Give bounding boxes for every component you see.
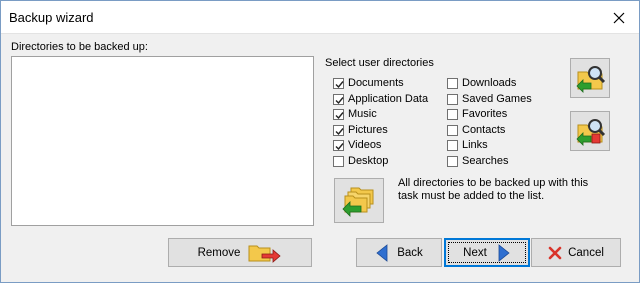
checkbox-label: Contacts [462, 124, 506, 136]
checkbox-saved-games[interactable]: Saved Games [447, 92, 532, 106]
info-message: All directories to be backed up with thi… [398, 177, 589, 202]
checkbox-box[interactable] [447, 155, 458, 167]
checkbox-searches[interactable]: Searches [447, 154, 508, 168]
checkbox-label: Application Data [348, 93, 429, 105]
checkbox-box[interactable] [447, 93, 458, 105]
checkbox-videos[interactable]: Videos [333, 138, 381, 152]
checkbox-favorites[interactable]: Favorites [447, 107, 507, 121]
checkbox-music[interactable]: Music [333, 107, 377, 121]
checkbox-box[interactable] [447, 108, 458, 120]
checkbox-documents[interactable]: Documents [333, 76, 404, 90]
checkmark-icon [335, 96, 344, 104]
checkbox-label: Favorites [462, 108, 508, 120]
checkbox-label: Searches [462, 155, 509, 167]
red-x-icon [548, 246, 562, 259]
checkbox-box[interactable] [333, 108, 344, 120]
checkbox-label: Documents [348, 77, 404, 89]
checkmark-icon [335, 142, 344, 150]
add-selected-directories-button[interactable] [334, 178, 384, 223]
arrow-left-icon [376, 243, 388, 262]
checkbox-box[interactable] [333, 93, 344, 105]
checkmark-icon [335, 111, 344, 119]
checkbox-label: Videos [348, 139, 382, 151]
backup-wizard-window: Backup wizard Directories to be backed u… [0, 0, 640, 283]
folder-search-network-icon [576, 119, 606, 146]
next-button[interactable]: Next [444, 238, 530, 267]
checkmark-icon [335, 127, 344, 135]
back-button-label: Back [397, 246, 423, 259]
back-button[interactable]: Back [356, 238, 442, 267]
window-title: Backup wizard [9, 10, 94, 25]
checkbox-desktop[interactable]: Desktop [333, 154, 388, 168]
checkbox-label: Pictures [348, 124, 388, 136]
checkbox-label: Music [348, 108, 377, 120]
checkbox-box[interactable] [447, 124, 458, 136]
user-directories-header: Select user directories [325, 57, 434, 69]
checkbox-label: Links [462, 139, 488, 151]
remove-button-label: Remove [197, 246, 241, 259]
focus-rectangle [448, 242, 526, 263]
browse-folder-button[interactable] [570, 58, 610, 98]
cancel-button-label: Cancel [568, 246, 604, 259]
checkbox-box[interactable] [333, 124, 344, 136]
browse-network-folder-button[interactable] [570, 111, 610, 151]
checkbox-contacts[interactable]: Contacts [447, 123, 505, 137]
checkbox-label: Downloads [462, 77, 517, 89]
close-icon [613, 12, 625, 24]
folder-search-icon [576, 66, 606, 93]
close-button[interactable] [609, 8, 629, 28]
checkbox-label: Desktop [348, 155, 389, 167]
title-bar: Backup wizard [1, 1, 639, 34]
checkbox-label: Saved Games [462, 93, 532, 105]
checkbox-pictures[interactable]: Pictures [333, 123, 388, 137]
remove-folder-icon [248, 245, 282, 263]
directories-list-label: Directories to be backed up: [11, 41, 148, 53]
checkbox-box[interactable] [333, 139, 344, 151]
remove-button[interactable]: Remove [168, 238, 312, 267]
checkbox-box[interactable] [447, 77, 458, 89]
checkmark-icon [335, 80, 344, 88]
checkbox-box[interactable] [447, 139, 458, 151]
checkbox-downloads[interactable]: Downloads [447, 76, 516, 90]
directories-list[interactable] [11, 56, 314, 226]
cancel-button[interactable]: Cancel [531, 238, 621, 267]
checkbox-box[interactable] [333, 155, 344, 167]
checkbox-box[interactable] [333, 77, 344, 89]
checkbox-links[interactable]: Links [447, 138, 488, 152]
checkbox-application-data[interactable]: Application Data [333, 92, 428, 106]
add-folders-icon [342, 187, 374, 217]
